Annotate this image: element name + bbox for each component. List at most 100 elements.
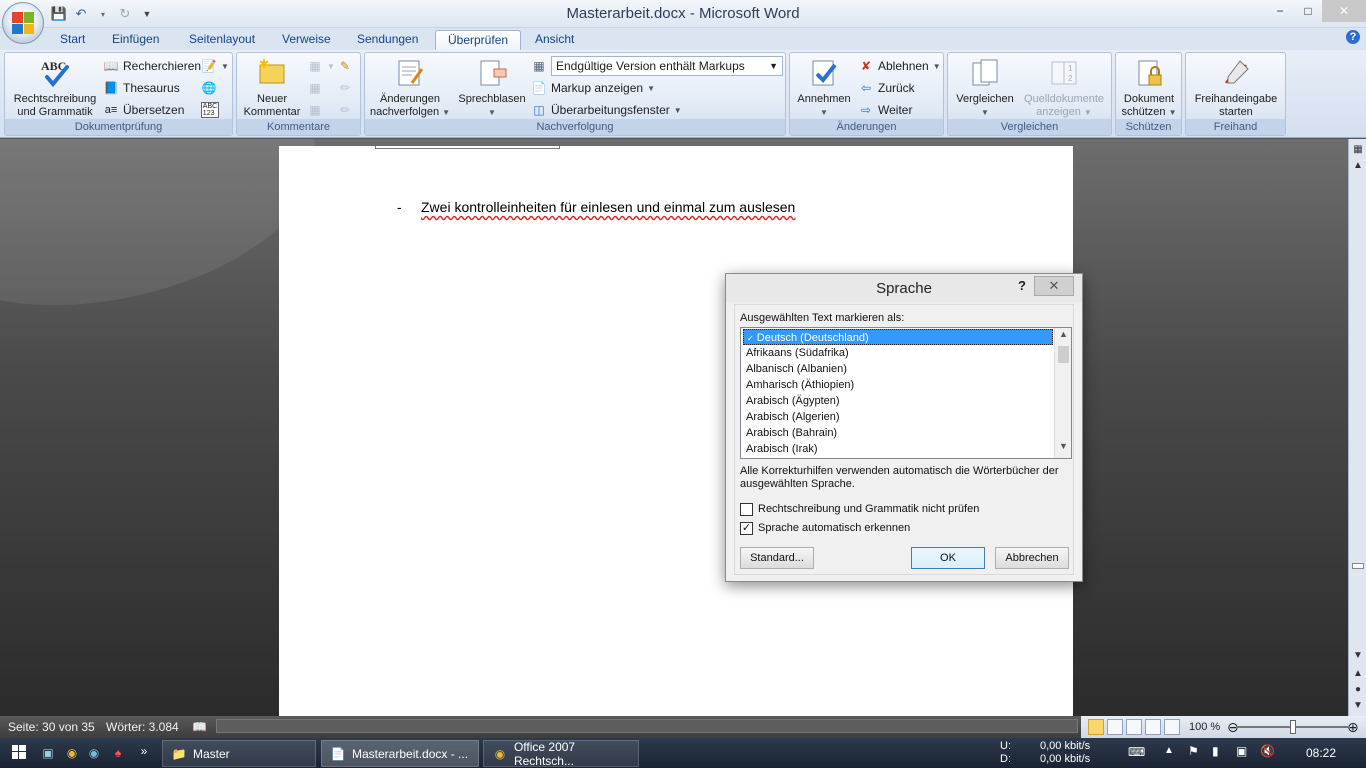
page-count[interactable]: Seite: 30 von 35 — [8, 716, 95, 738]
draft-view-icon[interactable] — [1164, 719, 1180, 735]
language-item[interactable]: Arabisch (Ägypten) — [743, 393, 1053, 409]
outline-view-icon[interactable] — [1145, 719, 1161, 735]
network-icon[interactable]: ▣ — [1236, 744, 1247, 758]
minimize-button[interactable]: − — [1266, 0, 1294, 22]
reviewing-pane-button[interactable]: ◫ Überarbeitungsfenster ▼ — [531, 100, 682, 120]
document-paragraph[interactable]: - Zwei kontrolleinheiten für einlesen und… — [397, 199, 795, 215]
ok-button[interactable]: OK — [911, 547, 985, 569]
clock[interactable]: 08:22 — [1306, 746, 1336, 760]
help-icon[interactable]: ? — [1346, 30, 1360, 44]
more-apps-icon[interactable]: » — [136, 743, 152, 759]
accept-button[interactable]: Annehmen ▼ — [794, 57, 854, 119]
horizontal-scrollbar[interactable] — [216, 719, 1078, 733]
reject-button[interactable]: ✘ Ablehnen ▼ — [858, 56, 941, 76]
keyboard-icon[interactable]: ⌨ — [1128, 745, 1145, 759]
scroll-down-icon[interactable]: ▼ — [1351, 649, 1365, 663]
tab-einfuegen[interactable]: Einfügen — [100, 30, 171, 50]
network-app-icon[interactable]: ◉ — [86, 745, 102, 761]
app-icon[interactable]: ♠ — [110, 745, 126, 761]
research-button[interactable]: 📖 Recherchieren — [103, 56, 202, 76]
chrome-icon[interactable]: ◉ — [64, 745, 80, 761]
show-source-documents-button[interactable]: 12 Quelldokumente anzeigen ▼ — [1018, 57, 1110, 119]
language-item[interactable]: Albanisch (Albanien) — [743, 361, 1053, 377]
language-item[interactable]: Arabisch (Bahrain) — [743, 425, 1053, 441]
spelling-grammar-button[interactable]: ABC Rechtschreibung und Grammatik — [7, 57, 103, 119]
show-markup-button[interactable]: 📄 Markup anzeigen ▼ — [531, 78, 655, 98]
next-comment-button[interactable]: ▦ — [307, 100, 323, 120]
next-page-icon[interactable]: ▼ — [1351, 699, 1365, 713]
word-count-button[interactable]: ABC 123 — [201, 100, 219, 120]
dropdown-arrow-icon: ▼ — [673, 105, 682, 115]
track-changes-button[interactable]: Änderungen nachverfolgen ▼ — [369, 57, 451, 119]
windows-start-icon[interactable] — [12, 745, 26, 762]
tab-verweise[interactable]: Verweise — [270, 30, 343, 50]
previous-comment-button[interactable]: ▦ — [307, 78, 323, 98]
reject-icon: ✘ — [860, 59, 872, 73]
scroll-thumb[interactable] — [1352, 563, 1364, 569]
set-default-button[interactable]: Standard... — [740, 547, 814, 569]
pen-button[interactable]: ✏ — [337, 78, 353, 98]
thesaurus-button[interactable]: 📘 Thesaurus — [103, 78, 180, 98]
language-item[interactable]: Arabisch (Algerien) — [743, 409, 1053, 425]
balloons-button[interactable]: Sprechblasen ▼ — [455, 57, 529, 119]
dialog-help-button[interactable]: ? — [1018, 278, 1026, 293]
web-layout-icon[interactable] — [1126, 719, 1142, 735]
language-listbox[interactable]: ✓ Deutsch (Deutschland) Afrikaans (Südaf… — [740, 327, 1072, 459]
full-screen-reading-icon[interactable] — [1107, 719, 1123, 735]
translate-button[interactable]: a≡ Übersetzen — [103, 100, 185, 120]
no-proofing-checkbox-row[interactable]: Rechtschreibung und Grammatik nicht prüf… — [740, 501, 979, 517]
browse-object-icon[interactable]: ● — [1351, 683, 1365, 697]
scroll-up-icon[interactable]: ▲ — [1055, 329, 1071, 345]
ruler-toggle-icon[interactable]: ▦ — [1351, 143, 1365, 157]
print-layout-view-icon[interactable] — [1088, 719, 1104, 735]
delete-comment-button[interactable]: ▦ ▼ — [307, 56, 335, 76]
language-item[interactable]: Arabisch (Irak) — [743, 441, 1053, 457]
scroll-down-icon[interactable]: ▼ — [1055, 441, 1071, 457]
protect-document-button[interactable]: Dokument schützen ▼ — [1118, 57, 1180, 119]
compare-button[interactable]: Vergleichen ▼ — [950, 57, 1020, 119]
auto-detect-checkbox-row[interactable]: ✓ Sprache automatisch erkennen — [740, 520, 910, 536]
taskbar-item-word[interactable]: 📄 Masterarbeit.docx - ... — [321, 740, 479, 767]
tab-ueberpruefen[interactable]: Überprüfen — [435, 30, 522, 50]
previous-change-button[interactable]: ⇦ Zurück — [858, 78, 915, 98]
eraser-button[interactable]: ✏ — [337, 100, 353, 120]
translation-tooltip-button[interactable]: 📝 ▼ — [201, 56, 229, 76]
taskbar-item-master[interactable]: 📁 Master — [162, 740, 316, 767]
tab-seitenlayout[interactable]: Seitenlayout — [177, 30, 267, 50]
tab-ansicht[interactable]: Ansicht — [523, 30, 586, 50]
desktop-icon[interactable]: ▣ — [40, 745, 56, 761]
proofing-status-icon[interactable]: 📖 — [192, 716, 207, 738]
battery-icon[interactable]: ▮ — [1212, 744, 1219, 758]
show-hidden-icons-icon[interactable]: ▲ — [1164, 745, 1174, 756]
language-item[interactable]: Amharisch (Äthiopien) — [743, 377, 1053, 393]
auto-detect-checkbox[interactable]: ✓ — [740, 521, 753, 535]
zoom-in-icon[interactable]: ⊕ — [1347, 716, 1359, 738]
zoom-level[interactable]: 100 % — [1189, 716, 1220, 738]
next-change-button[interactable]: ⇨ Weiter — [858, 100, 912, 120]
taskbar-item-browser[interactable]: ◉ Office 2007 Rechtsch... — [483, 740, 639, 768]
scroll-thumb[interactable] — [1058, 346, 1069, 363]
vertical-scrollbar[interactable]: ▦ ▲ ▼ ▲ ● ▼ — [1348, 139, 1366, 716]
word-count[interactable]: Wörter: 3.084 — [106, 716, 179, 738]
office-button[interactable] — [2, 2, 44, 44]
maximize-button[interactable]: □ — [1294, 0, 1322, 22]
new-comment-button[interactable]: ✱ Neuer Kommentar — [239, 57, 305, 119]
ink-comment-button[interactable]: ✎ — [337, 56, 353, 76]
previous-page-icon[interactable]: ▲ — [1351, 667, 1365, 681]
flag-icon[interactable]: ⚑ — [1188, 744, 1199, 758]
split-handle-icon[interactable]: ▲ — [1351, 159, 1365, 173]
no-proofing-checkbox[interactable] — [740, 502, 753, 516]
tab-start[interactable]: Start — [48, 30, 97, 50]
language-item[interactable]: ✓ Deutsch (Deutschland) — [743, 329, 1053, 345]
language-item[interactable]: Afrikaans (Südafrika) — [743, 345, 1053, 361]
close-window-button[interactable]: ✕ — [1322, 0, 1366, 22]
dialog-close-button[interactable]: ✕ — [1034, 276, 1074, 296]
start-inking-button[interactable]: Freihandeingabe starten — [1188, 57, 1284, 119]
cancel-button[interactable]: Abbrechen — [995, 547, 1069, 569]
volume-muted-icon[interactable]: 🔇 — [1260, 744, 1275, 758]
language-list-scrollbar[interactable]: ▲ ▼ — [1054, 328, 1071, 458]
set-language-button[interactable]: 🌐 — [201, 78, 217, 98]
zoom-slider-thumb[interactable] — [1290, 720, 1296, 734]
display-for-review-select[interactable]: Endgültige Version enthält Markups ▼ — [551, 56, 783, 76]
tab-sendungen[interactable]: Sendungen — [345, 30, 430, 50]
